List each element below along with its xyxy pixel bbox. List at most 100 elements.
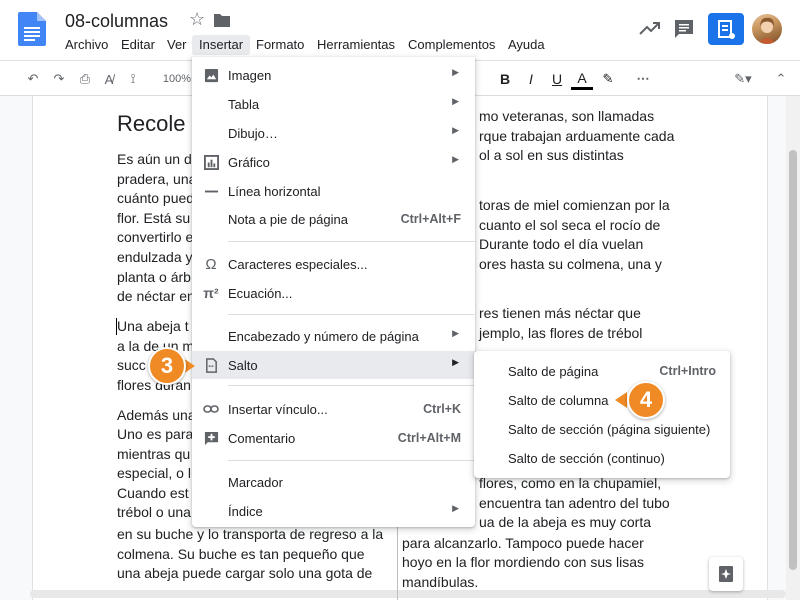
user-avatar[interactable] — [752, 14, 782, 44]
submenu-item-salto-seccion-continuo[interactable]: Salto de sección (continuo) — [474, 444, 730, 473]
submenu-arrow-icon: ▶ — [452, 328, 459, 338]
text-line: Uno es para — [117, 426, 194, 442]
explore-button[interactable] — [709, 557, 743, 591]
step-callout-3: 3 — [148, 347, 186, 385]
menu-item-insertar-vinculo[interactable]: Insertar vínculo... Ctrl+K — [192, 395, 475, 423]
share-icon — [718, 20, 735, 39]
zoom-select[interactable]: 100% — [160, 68, 194, 90]
step-callout-4: 4 — [627, 381, 665, 419]
add-comment-icon — [203, 430, 219, 446]
text-line: rque trabajan arduamente cada — [479, 128, 675, 144]
submenu-arrow-icon: ▶ — [452, 96, 459, 106]
menu-item-dibujo[interactable]: Dibujo… ▶ — [192, 119, 475, 147]
pi-icon: π² — [203, 285, 219, 301]
redo-icon[interactable]: ↷ — [48, 68, 70, 90]
menu-separator — [228, 385, 475, 386]
menu-formato[interactable]: Formato — [249, 35, 311, 55]
text-line: res tienen más néctar que — [479, 305, 641, 321]
menu-item-encabezado[interactable]: Encabezado y número de página ▶ — [192, 322, 475, 350]
editing-mode-icon[interactable]: ✎▾ — [727, 68, 759, 90]
menu-insertar[interactable]: Insertar — [192, 35, 251, 55]
menu-item-grafico[interactable]: Gráfico ▶ — [192, 148, 475, 176]
text-line: convertirlo e — [117, 229, 194, 245]
menu-herramientas[interactable]: Herramientas — [310, 35, 402, 55]
submenu-item-salto-seccion-siguiente[interactable]: Salto de sección (página siguiente) — [474, 415, 730, 444]
spellcheck-icon[interactable]: A̸ — [98, 68, 120, 90]
menu-item-comentario[interactable]: Comentario Ctrl+Alt+M — [192, 424, 475, 452]
menu-item-marcador[interactable]: Marcador — [192, 468, 475, 496]
menu-separator — [228, 460, 475, 461]
menu-ver[interactable]: Ver — [160, 35, 194, 55]
comments-icon[interactable] — [673, 18, 695, 40]
scrollbar-thumb[interactable] — [789, 150, 797, 570]
activity-trend-icon[interactable] — [639, 20, 661, 36]
image-icon — [203, 67, 219, 83]
menu-item-caracteres-especiales[interactable]: Ω Caracteres especiales... — [192, 250, 475, 278]
menu-item-imagen[interactable]: Imagen ▶ — [192, 61, 475, 89]
menu-archivo[interactable]: Archivo — [58, 35, 115, 55]
submenu-item-salto-pagina[interactable]: Salto de página Ctrl+Intro — [474, 357, 730, 386]
submenu-arrow-icon: ▶ — [452, 154, 459, 164]
star-icon[interactable]: ☆ — [189, 9, 205, 30]
print-icon[interactable]: ⎙ — [74, 68, 96, 90]
menu-ayuda[interactable]: Ayuda — [501, 35, 552, 55]
text-line: Cuando est — [117, 485, 189, 501]
collapse-icon[interactable]: ⌃ — [770, 68, 792, 90]
text-line: colmena. Su buche es tan pequeño que — [117, 546, 365, 562]
submenu-arrow-icon: ▶ — [452, 503, 459, 513]
text-line: toras de miel comienzan por la — [479, 197, 670, 213]
text-line: Además una — [117, 407, 196, 423]
text-line: cuanto el sol seca el rocío de — [479, 217, 661, 233]
text-line: en su buche y lo transporta de regreso a… — [117, 526, 384, 542]
text-line: succ — [117, 357, 146, 373]
menu-separator — [228, 241, 475, 242]
submenu-arrow-icon: ▶ — [452, 67, 459, 77]
text-line: Es aún un d — [117, 151, 192, 167]
text-line: mientras qu — [117, 446, 191, 462]
bold-icon[interactable]: B — [494, 68, 516, 90]
text-cursor — [116, 318, 117, 335]
text-line: especial, o l — [117, 465, 191, 481]
omega-icon: Ω — [205, 255, 217, 273]
menu-item-linea-horizontal[interactable]: Línea horizontal — [192, 177, 475, 205]
text-line: trébol o una — [117, 504, 191, 520]
share-button[interactable] — [708, 13, 744, 45]
more-icon[interactable]: ⋯ — [632, 68, 654, 90]
text-line: planta o árb — [117, 269, 191, 285]
chart-icon — [203, 154, 219, 170]
submenu-arrow-icon: ▶ — [452, 357, 459, 367]
text-line: encuentra tan adentro del tubo — [479, 495, 670, 511]
highlight-icon[interactable]: ✎ — [597, 68, 619, 90]
text-line: flor. Está su — [117, 210, 191, 226]
italic-icon[interactable]: I — [520, 68, 542, 90]
text-line: ua de la abeja es muy corta — [479, 514, 651, 530]
menu-separator — [228, 314, 475, 315]
docs-logo-icon[interactable] — [18, 12, 46, 46]
text-line: jemplo, las flores de trébol — [479, 325, 643, 341]
folder-icon[interactable] — [214, 13, 230, 27]
menu-complementos[interactable]: Complementos — [401, 35, 502, 55]
menu-editar[interactable]: Editar — [114, 35, 162, 55]
document-title[interactable]: 08-columnas — [65, 11, 168, 32]
menu-item-ecuacion[interactable]: π² Ecuación... — [192, 279, 475, 307]
underline-icon[interactable]: U — [546, 68, 568, 90]
text-color-icon[interactable]: A — [571, 68, 593, 90]
undo-icon[interactable]: ↶ — [22, 68, 44, 90]
text-line: ol a sol en sus distintas — [479, 147, 624, 163]
paint-format-icon[interactable]: ⟟ — [122, 68, 144, 90]
text-line: ores hasta su colmena, una y — [479, 256, 662, 272]
text-line: endulzada y — [117, 249, 193, 265]
submenu-arrow-icon: ▶ — [452, 125, 459, 135]
text-line: una abeja puede cargar solo una gota de — [117, 565, 373, 581]
menu-item-nota-pie[interactable]: Nota a pie de página Ctrl+Alt+F — [192, 205, 475, 233]
menu-item-salto[interactable]: Salto ▶ — [192, 351, 475, 379]
text-line: cuánto pued — [117, 190, 195, 206]
text-line: mandíbulas. — [402, 574, 479, 590]
text-line: mo veteranas, son llamadas — [479, 108, 655, 124]
document-heading: Recole — [117, 111, 186, 136]
menu-item-indice[interactable]: Índice ▶ — [192, 497, 475, 525]
text-line: Durante todo el día vuelan — [479, 236, 644, 252]
text-line: de néctar en — [117, 288, 195, 304]
menu-item-tabla[interactable]: Tabla ▶ — [192, 90, 475, 118]
submenu-item-salto-columna[interactable]: Salto de columna — [474, 386, 730, 415]
